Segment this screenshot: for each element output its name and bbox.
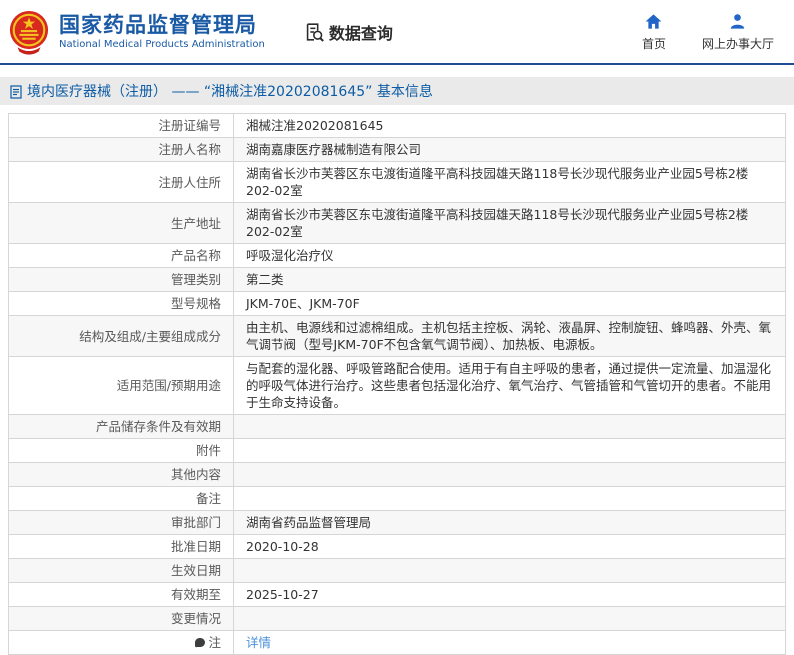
table-row: 型号规格 JKM-70E、JKM-70F [8,291,786,316]
site-title-cn: 国家药品监督管理局 [59,12,257,37]
row-value: 湖南省药品监督管理局 [233,510,786,535]
row-value: 湖南嘉康医疗器械制造有限公司 [233,137,786,162]
table-row: 管理类别 第二类 [8,267,786,292]
registration-info-table: 注册证编号 湘械注准20202081645 注册人名称 湖南嘉康医疗器械制造有限公司注… [8,113,786,655]
row-label: 批准日期 [8,534,234,559]
row-label: 其他内容 [8,462,234,487]
national-emblem-logo [8,10,50,56]
row-label: 审批部门 [8,510,234,535]
row-label: 注册人住所 [8,161,234,203]
table-row: 注详情 [8,630,786,655]
row-label: 生产地址 [8,202,234,244]
table-row: 产品名称 呼吸湿化治疗仪 [8,243,786,268]
row-value: 第二类 [233,267,786,292]
site-title-en: National Medical Products Administration [59,38,265,50]
table-row: 批准日期 2020-10-28 [8,534,786,559]
data-query-label: 数据查询 [328,23,393,43]
info-table-body: 注册证编号 湘械注准20202081645 注册人名称 湖南嘉康医疗器械制造有限公司注… [8,113,786,655]
row-label: 注册证编号 [8,113,234,138]
row-value: 呼吸湿化治疗仪 [233,243,786,268]
site-title: 国家药品监督管理局 National Medical Products Admi… [59,13,265,51]
row-value: 湖南省长沙市芙蓉区东屯渡街道隆平高科技园雄天路118号长沙现代服务业产业园5号栋… [233,161,786,203]
row-label: 管理类别 [8,267,234,292]
row-value: 湖南省长沙市芙蓉区东屯渡街道隆平高科技园雄天路118号长沙现代服务业产业园5号栋… [233,202,786,244]
row-value [233,606,786,631]
row-value [233,486,786,511]
row-label: 产品名称 [8,243,234,268]
table-row: 其他内容 [8,462,786,487]
row-value [233,414,786,439]
document-search-icon [303,21,325,43]
breadcrumb-text: 境内医疗器械（注册） —— “湘械注准20202081645” 基本信息 [27,84,433,100]
row-label: 有效期至 [8,582,234,607]
row-label: 适用范围/预期用途 [8,356,234,415]
row-label: 附件 [8,438,234,463]
note-icon [195,638,206,647]
nav-item-label: 网上办事大厅 [701,36,774,51]
row-value: 湘械注准20202081645 [233,113,786,138]
site-header: 国家药品监督管理局 National Medical Products Admi… [0,0,794,65]
row-value: 2025-10-27 [233,582,786,607]
table-row: 备注 [8,486,786,511]
row-value [233,438,786,463]
row-value: JKM-70E、JKM-70F [233,291,786,316]
home-icon [646,13,662,29]
table-row: 产品储存条件及有效期 [8,414,786,439]
row-value[interactable]: 详情 [233,630,786,655]
row-value [233,462,786,487]
row-value [233,558,786,583]
document-icon [10,84,22,99]
table-row: 审批部门 湖南省药品监督管理局 [8,510,786,535]
row-label: 产品储存条件及有效期 [8,414,234,439]
row-label: 结构及组成/主要组成成分 [8,315,234,357]
table-row: 有效期至 2025-10-27 [8,582,786,607]
table-row: 注册人名称 湖南嘉康医疗器械制造有限公司 [8,137,786,162]
row-label: 注 [8,630,234,655]
row-label: 注册人名称 [8,137,234,162]
row-label: 生效日期 [8,558,234,583]
table-row: 注册人住所 湖南省长沙市芙蓉区东屯渡街道隆平高科技园雄天路118号长沙现代服务业产… [8,161,786,203]
breadcrumb: 境内医疗器械（注册） —— “湘械注准20202081645” 基本信息 [0,77,794,105]
table-row: 生产地址 湖南省长沙市芙蓉区东屯渡街道隆平高科技园雄天路118号长沙现代服务业产业… [8,202,786,244]
table-row: 生效日期 [8,558,786,583]
row-label: 备注 [8,486,234,511]
data-query-section[interactable]: 数据查询 [303,20,393,44]
person-icon [731,13,745,29]
table-row: 注册证编号 湘械注准20202081645 [8,113,786,138]
header-nav: 首页 网上办事大厅 [632,12,774,52]
nav-item-label: 首页 [641,36,666,51]
table-row: 变更情况 [8,606,786,631]
row-value: 2020-10-28 [233,534,786,559]
table-row: 结构及组成/主要组成成分 由主机、电源线和过滤棉组成。主机包括主控板、涡轮、液晶屏… [8,315,786,357]
row-label: 型号规格 [8,291,234,316]
row-value: 与配套的湿化器、呼吸管路配合使用。适用于有自主呼吸的患者，通过提供一定流量、加温… [233,356,786,415]
table-row: 适用范围/预期用途 与配套的湿化器、呼吸管路配合使用。适用于有自主呼吸的患者，通过… [8,356,786,415]
row-label: 变更情况 [8,606,234,631]
table-row: 附件 [8,438,786,463]
detail-link[interactable]: 详情 [246,635,271,650]
row-value: 由主机、电源线和过滤棉组成。主机包括主控板、涡轮、液晶屏、控制旋钮、蜂鸣器、外壳… [233,315,786,357]
nav-item-service-hall[interactable]: 网上办事大厅 [702,12,774,52]
nav-item-home[interactable]: 首页 [632,12,676,52]
